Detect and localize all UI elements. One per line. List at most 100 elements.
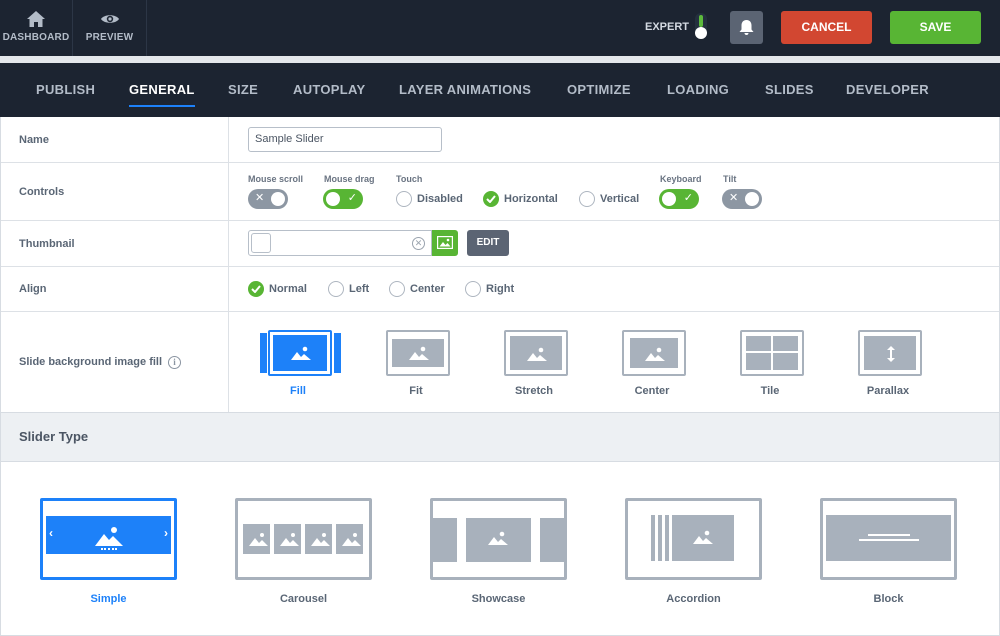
- align-radio-normal[interactable]: Normal: [248, 281, 307, 297]
- slider-type-carousel[interactable]: Carousel: [235, 498, 372, 605]
- expert-toggle-track: [699, 15, 703, 27]
- toggle-knob: [326, 192, 340, 206]
- stretch-frame: [504, 330, 568, 376]
- radio-circle: [483, 191, 499, 207]
- radio-label: Vertical: [600, 193, 640, 205]
- dots-indicator: [101, 548, 117, 551]
- x-icon: ✕: [729, 192, 739, 204]
- notifications-button[interactable]: [730, 11, 763, 44]
- slider-type-showcase[interactable]: Showcase: [430, 498, 567, 605]
- tile-block: [746, 336, 771, 351]
- center-frame: [622, 330, 686, 376]
- thumbnail-input[interactable]: ✕: [248, 230, 432, 256]
- controls-label: Controls: [1, 163, 229, 220]
- thumbnail-row: Thumbnail ✕ EDIT: [1, 221, 999, 267]
- expert-toggle-knob: [695, 27, 707, 39]
- tilt-toggle[interactable]: ✕: [722, 189, 762, 209]
- radio-circle: [396, 191, 412, 207]
- radio-circle: [248, 281, 264, 297]
- tab-size[interactable]: SIZE: [228, 63, 258, 117]
- fill-caption: Fill: [290, 385, 306, 397]
- check-icon: ✓: [347, 192, 357, 204]
- simple-frame: ‹ ›: [40, 498, 177, 580]
- expert-label: EXPERT: [645, 21, 690, 33]
- radio-label: Disabled: [417, 193, 463, 205]
- tab-optimize[interactable]: OPTIMIZE: [567, 63, 631, 117]
- bell-icon: [739, 20, 754, 35]
- info-icon[interactable]: i: [168, 355, 182, 369]
- bg-fill-option-fill[interactable]: Fill: [248, 312, 348, 412]
- slider-type-accordion[interactable]: Accordion: [625, 498, 762, 605]
- image-icon: [437, 236, 453, 249]
- eye-icon: [100, 15, 119, 23]
- bg-fill-option-stretch[interactable]: Stretch: [484, 312, 584, 412]
- slider-type-heading: Slider Type: [0, 412, 1000, 462]
- tab-developer[interactable]: DEVELOPER: [846, 63, 929, 117]
- radio-label: Center: [410, 283, 445, 295]
- align-radio-center[interactable]: Center: [389, 281, 445, 297]
- bg-fill-option-parallax[interactable]: Parallax: [838, 312, 938, 412]
- bg-fill-option-tile[interactable]: Tile: [720, 312, 820, 412]
- save-button[interactable]: SAVE: [890, 11, 981, 44]
- dashboard-button[interactable]: DASHBOARD: [0, 0, 73, 56]
- tab-autoplay[interactable]: AUTOPLAY: [293, 63, 365, 117]
- keyboard-toggle[interactable]: ✓: [659, 189, 699, 209]
- tab-layer-animations[interactable]: LAYER ANIMATIONS: [399, 63, 531, 117]
- mouse-scroll-toggle[interactable]: ✕: [248, 189, 288, 209]
- controls-row: Controls Mouse scroll ✕ Mouse drag ✓ Tou…: [1, 163, 999, 221]
- block-text-line: [868, 534, 910, 536]
- tab-loading[interactable]: LOADING: [667, 63, 729, 117]
- cancel-button[interactable]: CANCEL: [781, 11, 872, 44]
- radio-circle: [579, 191, 595, 207]
- accordion-strip: [651, 515, 655, 561]
- block-caption: Block: [873, 593, 904, 605]
- clear-icon[interactable]: ✕: [412, 237, 425, 250]
- tab-slides[interactable]: SLIDES: [765, 63, 814, 117]
- touch-radio-horizontal[interactable]: Horizontal: [483, 191, 558, 207]
- expert-toggle[interactable]: [695, 13, 707, 39]
- slider-type-simple[interactable]: ‹ › Simple: [40, 498, 177, 605]
- check-icon: ✓: [683, 192, 693, 204]
- edit-thumbnail-button[interactable]: EDIT: [467, 230, 509, 256]
- image-icon: [249, 533, 361, 546]
- showcase-side-slide: [540, 518, 564, 562]
- fill-inner: [273, 335, 327, 371]
- mouse-drag-label: Mouse drag: [324, 174, 375, 184]
- choose-image-button[interactable]: [432, 230, 458, 256]
- tab-general[interactable]: GENERAL: [129, 63, 195, 117]
- header-separator: [0, 56, 1000, 63]
- tile-block: [773, 353, 798, 370]
- tile-block: [773, 336, 798, 351]
- vertical-arrows-icon: [887, 346, 895, 362]
- showcase-side-slide: [433, 518, 457, 562]
- fill-edge-left: [260, 333, 267, 373]
- slider-type-options: ‹ › Simple Carousel Showcase Accordion B…: [0, 462, 1000, 636]
- touch-radio-disabled[interactable]: Disabled: [396, 191, 463, 207]
- fit-frame: [386, 330, 450, 376]
- touch-radio-vertical[interactable]: Vertical: [579, 191, 639, 207]
- simple-caption: Simple: [90, 593, 127, 605]
- name-input[interactable]: Sample Slider: [248, 127, 442, 152]
- radio-circle: [465, 281, 481, 297]
- bg-fill-option-fit[interactable]: Fit: [366, 312, 466, 412]
- bg-fill-option-center[interactable]: Center: [602, 312, 702, 412]
- fit-inner: [392, 339, 444, 367]
- toggle-knob: [745, 192, 759, 206]
- radio-label: Right: [486, 283, 515, 295]
- accordion-frame: [625, 498, 762, 580]
- block-slide: [826, 515, 951, 561]
- tab-publish[interactable]: PUBLISH: [36, 63, 95, 117]
- align-radio-left[interactable]: Left: [328, 281, 369, 297]
- preview-button[interactable]: PREVIEW: [73, 0, 147, 56]
- fill-edge-right: [334, 333, 341, 373]
- slider-type-block[interactable]: Block: [820, 498, 957, 605]
- bg-fill-label-text: Slide background image fill: [19, 356, 163, 368]
- image-icon: [409, 346, 429, 360]
- align-radio-right[interactable]: Right: [465, 281, 514, 297]
- fill-frame: [268, 330, 332, 376]
- carousel-frame: [235, 498, 372, 580]
- carousel-caption: Carousel: [279, 593, 328, 605]
- keyboard-label: Keyboard: [660, 174, 702, 184]
- toggle-knob: [271, 192, 285, 206]
- mouse-drag-toggle[interactable]: ✓: [323, 189, 363, 209]
